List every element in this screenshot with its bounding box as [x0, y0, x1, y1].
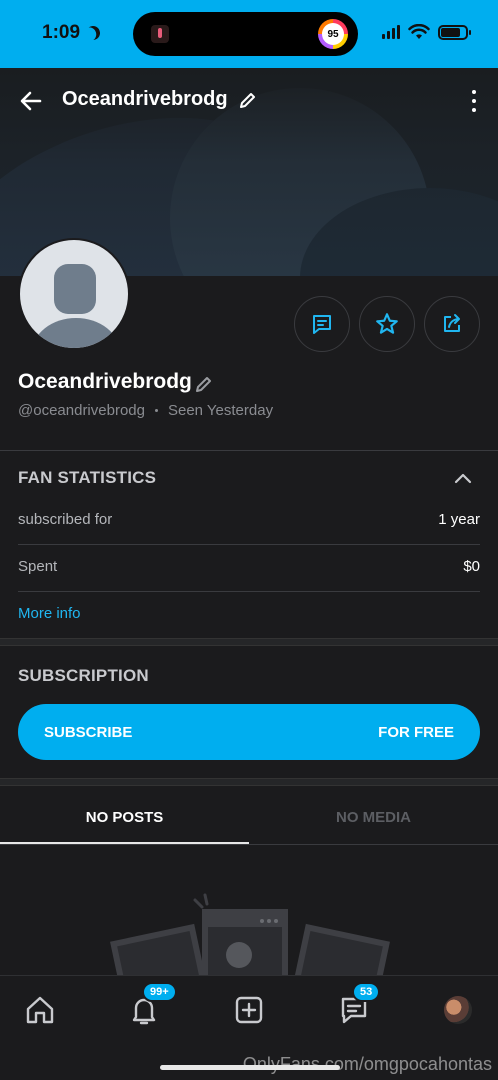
activity-ring-icon: 95 [318, 19, 348, 49]
tabs-divider [0, 844, 498, 845]
profile-meta: @oceandrivebrodg Seen Yesterday [18, 402, 273, 419]
nav-home[interactable] [20, 990, 60, 1030]
time-label: 1:09 [42, 22, 81, 43]
last-seen: Seen Yesterday [167, 402, 274, 419]
nav-notifications[interactable]: 99+ [124, 982, 177, 1030]
tab-media[interactable]: NO MEDIA [249, 790, 498, 844]
stat-value-subscribed: 1 year [438, 511, 480, 528]
messages-badge: 53 [352, 982, 381, 1002]
back-arrow-icon[interactable] [18, 88, 44, 114]
avatar[interactable] [18, 238, 130, 350]
message-button[interactable] [294, 296, 350, 352]
share-button[interactable] [424, 296, 480, 352]
row-divider [18, 544, 480, 545]
status-bar: 1:09 95 [0, 0, 498, 68]
status-time: 1:09 [42, 22, 100, 44]
tab-posts[interactable]: NO POSTS [0, 790, 249, 844]
home-indicator[interactable] [160, 1065, 340, 1070]
subscription-title: SUBSCRIPTION [18, 666, 149, 685]
user-avatar [444, 996, 472, 1024]
favorite-button[interactable] [359, 296, 415, 352]
activity-value: 95 [322, 23, 344, 45]
star-icon [376, 313, 398, 334]
stat-label-spent: Spent [18, 558, 58, 575]
empty-posts-illustration [110, 893, 390, 980]
row-divider [18, 591, 480, 592]
moon-icon [84, 24, 102, 42]
edit-name-pencil-icon[interactable] [194, 374, 214, 394]
profile-handle: @oceandrivebrodg [18, 402, 145, 419]
dynamic-island: 95 [133, 12, 358, 56]
share-icon [444, 314, 460, 332]
home-icon [26, 996, 54, 1024]
nav-profile[interactable] [438, 990, 478, 1030]
section-separator [0, 778, 498, 786]
edit-pencil-icon[interactable] [238, 90, 258, 110]
notifications-badge: 99+ [142, 982, 177, 1002]
divider [0, 450, 498, 451]
stat-value-spent: $0 [463, 558, 480, 575]
cellular-signal-icon [382, 25, 400, 39]
nav-create[interactable] [229, 990, 269, 1030]
chevron-up-icon[interactable] [454, 472, 472, 484]
subscribe-price: FOR FREE [378, 723, 454, 741]
separator-dot [154, 409, 158, 412]
subscribe-label: SUBSCRIBE [44, 723, 133, 741]
nav-messages[interactable]: 53 [334, 982, 381, 1030]
section-separator [0, 638, 498, 646]
subscribe-button[interactable]: SUBSCRIBE FOR FREE [18, 704, 480, 760]
top-header: Oceandrivebrodg [0, 68, 498, 132]
add-post-icon [235, 996, 263, 1024]
fan-statistics-title: FAN STATISTICS [18, 468, 157, 487]
more-options-icon[interactable] [470, 90, 478, 112]
message-icon [313, 315, 331, 334]
header-title: Oceandrivebrodg [62, 88, 228, 110]
battery-icon [438, 24, 471, 40]
profile-name: Oceandrivebrodg [18, 370, 192, 393]
more-info-link[interactable]: More info [18, 605, 81, 622]
app-activity-icon [151, 25, 169, 43]
stat-label-subscribed: subscribed for [18, 511, 113, 528]
wifi-icon [408, 24, 430, 39]
status-icons [382, 24, 471, 40]
